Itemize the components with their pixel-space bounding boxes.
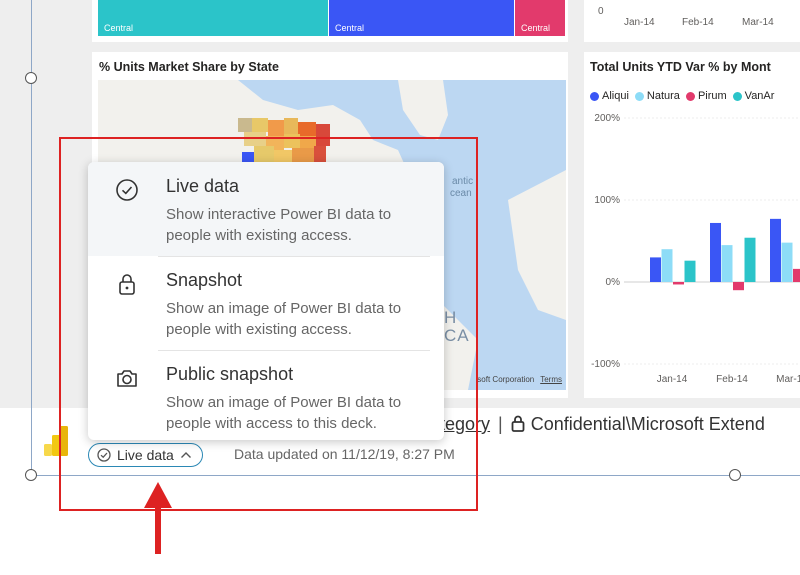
treemap-cell[interactable]: Central <box>329 0 514 36</box>
lock-icon <box>511 415 525 432</box>
y-tick-label: 100% <box>594 195 620 206</box>
x-tick-label: Mar-14 <box>742 17 774 28</box>
chart-legend: Aliqui Natura Pirum VanAr <box>590 90 774 102</box>
legend-label: Pirum <box>697 90 727 102</box>
bar <box>781 242 793 282</box>
annotation-highlight-box <box>59 137 478 511</box>
bar-chart-title: Total Units YTD Var % by Mont <box>590 60 771 74</box>
legend-label: Aliqui <box>602 90 629 102</box>
legend-dot <box>590 91 599 101</box>
bar <box>710 222 721 282</box>
bar <box>661 249 673 282</box>
x-tick-label: Mar-14 <box>776 374 800 385</box>
bar <box>650 257 661 282</box>
resize-handle[interactable] <box>25 72 37 84</box>
y-tick-label: -100% <box>591 359 620 370</box>
bar <box>673 282 684 285</box>
resize-handle[interactable] <box>729 469 741 481</box>
bar <box>744 237 756 282</box>
legend-item[interactable]: Aliqui <box>590 90 629 102</box>
map-terms-link[interactable]: Terms <box>540 375 562 384</box>
legend-dot <box>732 91 742 101</box>
bar-chart-tile[interactable]: Total Units YTD Var % by Mont Aliqui Nat… <box>584 52 800 398</box>
bar <box>733 282 744 291</box>
x-tick-label: Feb-14 <box>682 17 714 28</box>
treemap-cell-label: Central <box>335 23 365 33</box>
y-tick-label: 0% <box>606 277 621 288</box>
bar-chart-svg[interactable]: 200% 100% 0% -100% Jan-14 Feb-14 Mar-14 <box>584 108 800 398</box>
treemap-cell[interactable]: Central <box>515 0 565 36</box>
legend-dot <box>685 91 695 101</box>
bar <box>684 260 696 282</box>
map-credit-text: soft Corporation <box>477 375 535 384</box>
x-tick-label: Jan-14 <box>657 374 688 385</box>
bar <box>770 218 781 282</box>
bar <box>721 245 733 282</box>
treemap-cell[interactable]: Central <box>98 0 328 36</box>
top-chart-tile[interactable]: 0 Jan-14 Feb-14 Mar-14 <box>584 0 800 42</box>
map-credit: soft Corporation Terms <box>477 375 562 384</box>
x-tick-label: Jan-14 <box>624 17 655 28</box>
footer-info: tegory | Confidential\Microsoft Extend <box>440 414 765 435</box>
legend-item[interactable]: Pirum <box>685 90 727 102</box>
legend-label: Natura <box>646 90 680 102</box>
map-title: % Units Market Share by State <box>99 60 279 74</box>
treemap-tile[interactable]: Central Central Central <box>92 0 568 42</box>
treemap-cell-label: Central <box>521 23 551 33</box>
sensitivity-label[interactable]: Confidential\Microsoft Extend <box>531 414 765 434</box>
bar <box>793 268 800 282</box>
annotation-arrow-icon <box>144 482 172 554</box>
legend-label: VanAr <box>744 90 775 102</box>
y-tick-label: 0 <box>598 6 604 17</box>
treemap-cell-label: Central <box>104 23 134 33</box>
footer-separator: | <box>498 414 503 434</box>
legend-dot <box>634 91 644 101</box>
resize-handle[interactable] <box>25 469 37 481</box>
x-tick-label: Feb-14 <box>716 374 748 385</box>
y-tick-label: 200% <box>594 113 620 124</box>
legend-item[interactable]: Natura <box>634 90 680 102</box>
legend-item[interactable]: VanAr <box>732 90 775 102</box>
